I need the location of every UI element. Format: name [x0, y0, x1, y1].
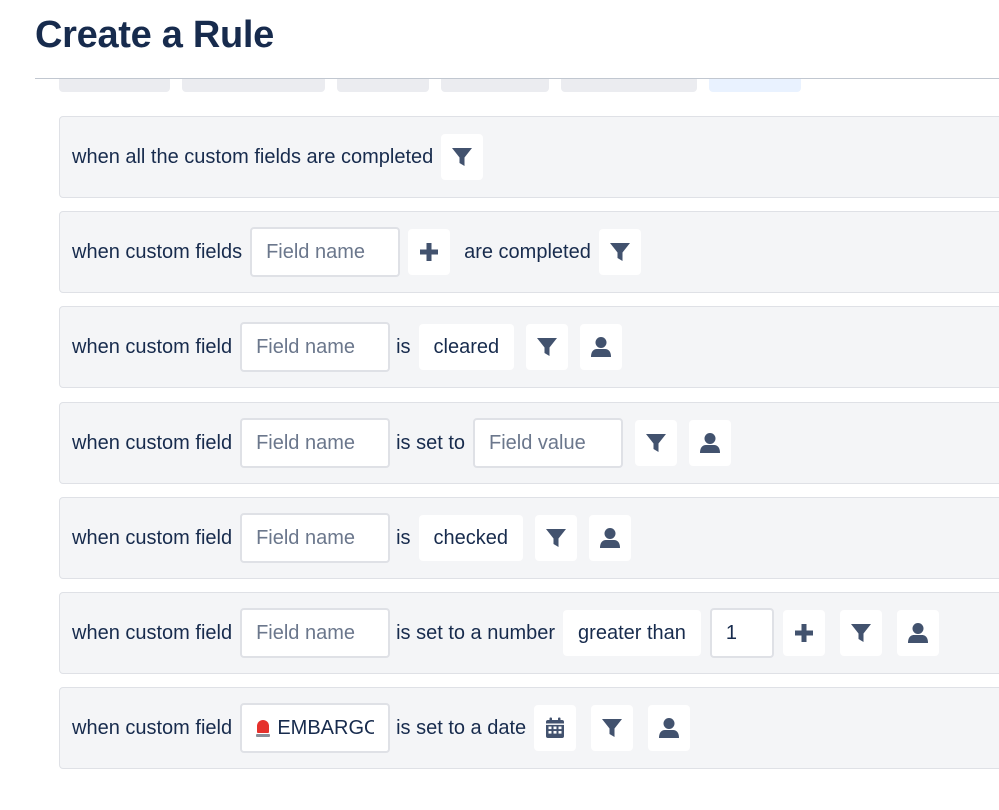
rule-prefix: when custom field: [72, 621, 233, 644]
field-value-input[interactable]: [473, 418, 623, 468]
rule-field-date[interactable]: when custom field EMBARGO is set to a da…: [59, 687, 999, 769]
rule-prefix: when custom field: [72, 526, 233, 549]
rule-field-set-to[interactable]: when custom field is set to: [59, 402, 999, 484]
category-tab[interactable]: [561, 78, 697, 92]
user-icon[interactable]: [648, 705, 691, 751]
rule-text: when all the custom fields are completed: [72, 145, 434, 168]
rule-field-number[interactable]: when custom field is set to a number gre…: [59, 592, 999, 674]
field-name-value: EMBARGO: [277, 716, 375, 739]
filter-icon[interactable]: [441, 134, 484, 180]
filter-icon[interactable]: [591, 705, 634, 751]
rule-connector: is: [396, 526, 411, 549]
filter-icon[interactable]: [526, 324, 569, 370]
filter-icon[interactable]: [535, 515, 578, 561]
rule-field-checked[interactable]: when custom field is checked: [59, 497, 999, 579]
rule-prefix: when custom field: [72, 335, 233, 358]
state-select[interactable]: cleared: [418, 324, 515, 370]
calendar-icon[interactable]: [534, 705, 577, 751]
rule-suffix: are completed: [464, 240, 591, 263]
user-icon[interactable]: [580, 324, 623, 370]
field-name-input[interactable]: [240, 513, 391, 563]
number-input[interactable]: [709, 608, 774, 658]
state-select[interactable]: checked: [418, 515, 524, 561]
field-name-input[interactable]: [240, 608, 391, 658]
field-name-select[interactable]: EMBARGO: [240, 703, 391, 753]
comparator-select[interactable]: greater than: [563, 610, 701, 656]
rule-fields-completed[interactable]: when custom fields are completed: [59, 211, 999, 293]
field-name-input[interactable]: [240, 322, 391, 372]
filter-icon[interactable]: [839, 610, 882, 656]
plus-icon[interactable]: [782, 610, 825, 656]
rule-connector: is set to a number: [396, 621, 556, 644]
rule-prefix: when custom field: [72, 431, 233, 454]
plus-icon[interactable]: [408, 229, 451, 275]
rule-field-cleared[interactable]: when custom field is cleared: [59, 306, 999, 388]
field-name-input[interactable]: [240, 418, 391, 468]
category-tab[interactable]: [182, 78, 325, 92]
filter-icon[interactable]: [635, 420, 677, 466]
user-icon[interactable]: [896, 610, 939, 656]
rule-all-fields-completed[interactable]: when all the custom fields are completed: [59, 116, 999, 198]
header-divider: [35, 78, 999, 79]
rule-connector: is set to a date: [396, 716, 527, 739]
category-tab-active[interactable]: [709, 78, 801, 92]
user-icon[interactable]: [689, 420, 731, 466]
rule-prefix: when custom fields: [72, 240, 243, 263]
field-name-input[interactable]: [250, 227, 401, 277]
rule-connector: is set to: [396, 431, 465, 454]
rule-prefix: when custom field: [72, 716, 233, 739]
category-tab[interactable]: [337, 78, 429, 92]
filter-icon[interactable]: [598, 229, 641, 275]
page-title: Create a Rule: [35, 14, 274, 56]
siren-icon: [256, 719, 271, 737]
category-tab[interactable]: [441, 78, 549, 92]
rule-connector: is: [396, 335, 411, 358]
category-tab[interactable]: [59, 78, 170, 92]
user-icon[interactable]: [589, 515, 632, 561]
